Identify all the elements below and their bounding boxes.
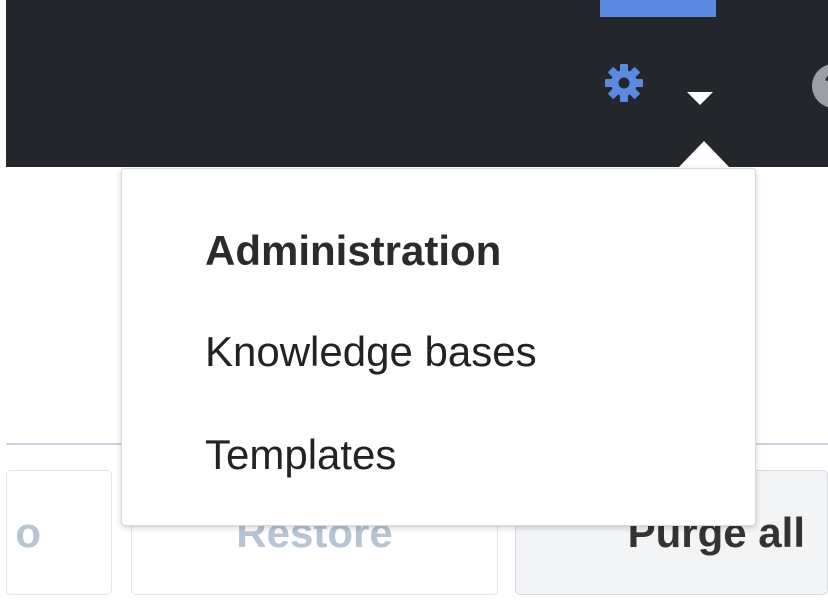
caret-down-icon[interactable]	[685, 89, 715, 107]
help-glyph: ?	[824, 69, 828, 101]
active-tab-indicator	[600, 0, 716, 17]
menu-item-knowledge-bases[interactable]: Knowledge bases	[205, 328, 537, 376]
settings-dropdown-menu: Administration Knowledge bases Templates	[121, 168, 756, 526]
menu-item-templates[interactable]: Templates	[205, 431, 396, 479]
menu-header-administration: Administration	[205, 227, 502, 274]
help-icon[interactable]: ?	[812, 64, 828, 108]
partial-button-label: o	[15, 508, 41, 556]
partial-button[interactable]: o	[6, 470, 112, 595]
dropdown-pointer	[677, 141, 731, 169]
gear-icon[interactable]	[602, 61, 646, 105]
